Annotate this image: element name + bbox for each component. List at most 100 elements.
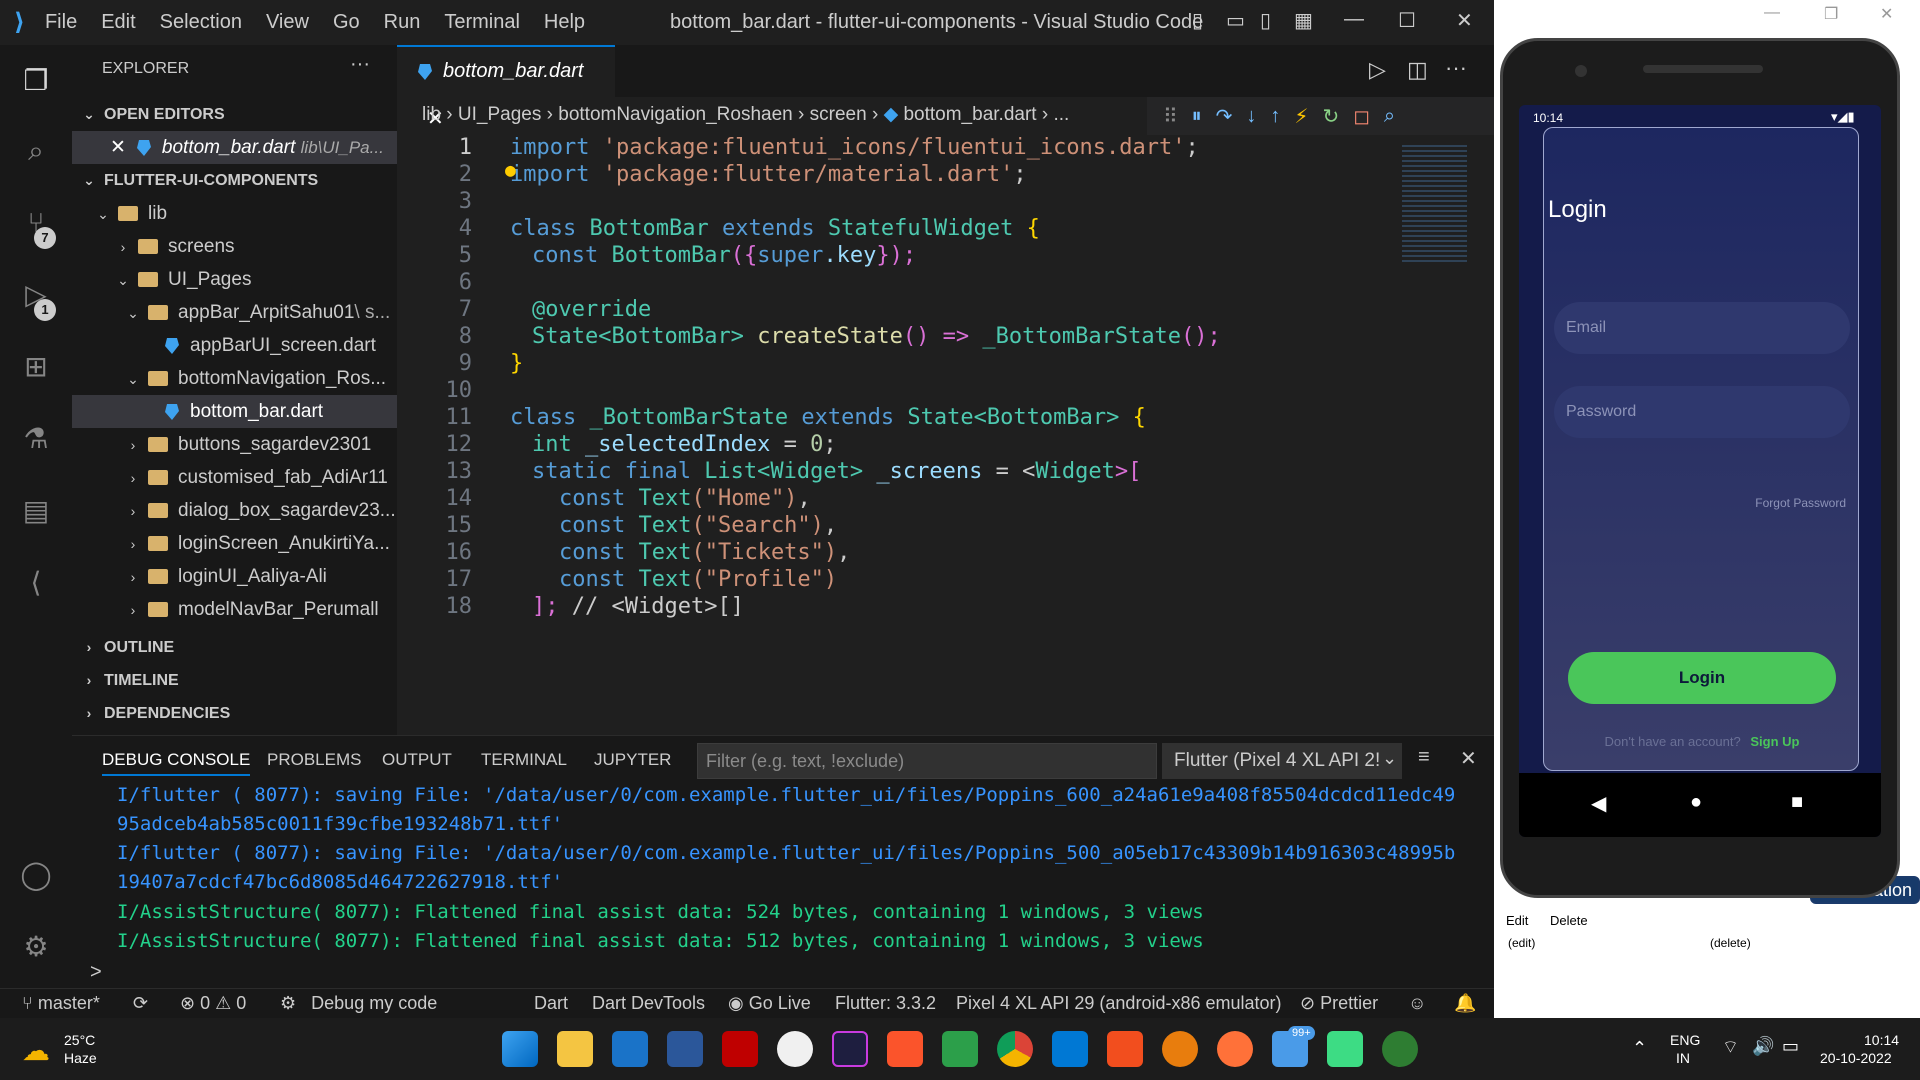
outline-section[interactable]: › OUTLINE <box>72 631 397 664</box>
tree-item-folder[interactable]: › dialog_box_sagardev23... <box>72 494 397 527</box>
sync-icon[interactable]: ⟳ <box>133 993 148 1014</box>
tree-item-screens[interactable]: › screens <box>72 230 397 263</box>
language-mode[interactable]: Dart <box>534 993 568 1014</box>
drag-handle-icon[interactable]: ⠿ <box>1163 104 1178 129</box>
console-filter-input[interactable]: Filter (e.g. text, !exclude) <box>697 743 1157 779</box>
crumb[interactable]: bottomNavigation_Roshaen <box>558 104 793 125</box>
start-icon[interactable] <box>502 1031 538 1067</box>
menu-go[interactable]: Go <box>333 11 360 34</box>
testing-icon[interactable]: ⚗ <box>18 421 54 457</box>
debug-indicator[interactable]: ⚙ Debug my code <box>280 993 437 1014</box>
crumb[interactable]: screen <box>810 104 867 125</box>
tree-item-lib[interactable]: ⌄ lib <box>72 197 397 230</box>
crumb[interactable]: bottom_bar.dart <box>903 104 1036 125</box>
recents-icon[interactable]: ■ <box>1791 791 1803 814</box>
clear-console-icon[interactable]: ≡ <box>1418 746 1430 769</box>
file-explorer-icon[interactable] <box>557 1031 593 1067</box>
branch-indicator[interactable]: ⑂ master* <box>22 993 100 1014</box>
wifi-icon[interactable]: ⌔ <box>1722 1036 1739 1059</box>
volume-icon[interactable]: 🔊 <box>1752 1036 1774 1057</box>
tab-output[interactable]: OUTPUT <box>382 750 452 770</box>
back-icon[interactable]: ◀ <box>1591 791 1606 816</box>
toggle-panel-icon[interactable]: ▭ <box>1226 8 1245 33</box>
signup-link[interactable]: Sign Up <box>1750 734 1799 749</box>
flutter-version[interactable]: Flutter: 3.3.2 <box>835 993 936 1014</box>
explorer-more-icon[interactable]: ··· <box>350 53 370 76</box>
device-select[interactable]: Flutter (Pixel 4 XL API 2! <box>1162 743 1402 779</box>
tree-item-appbar-file[interactable]: appBarUI_screen.dart <box>72 329 397 362</box>
brave-icon[interactable] <box>887 1031 923 1067</box>
intellij-icon[interactable] <box>832 1031 868 1067</box>
menu-terminal[interactable]: Terminal <box>444 11 520 34</box>
notifications-icon[interactable]: 🔔 <box>1454 993 1476 1014</box>
settings-gear-icon[interactable]: ⚙ <box>18 929 54 965</box>
battery-icon[interactable]: ▭ <box>1782 1036 1799 1057</box>
remote-explorer-icon[interactable]: ▤ <box>18 493 54 529</box>
pause-icon[interactable]: ⏸ <box>1192 105 1202 128</box>
tree-item-appbar-folder[interactable]: ⌄ appBar_ArpitSahu01\ s... <box>72 296 397 329</box>
host-close-icon[interactable]: ✕ <box>1880 4 1893 24</box>
customize-layout-icon[interactable]: ▦ <box>1294 8 1313 33</box>
lang-line2[interactable]: IN <box>1676 1050 1690 1066</box>
tree-item-folder[interactable]: › loginUI_Aaliya-Ali <box>72 560 397 593</box>
project-section[interactable]: ⌄ FLUTTER-UI-COMPONENTS <box>72 164 397 197</box>
device-indicator[interactable]: Pixel 4 XL API 29 (android-x86 emulator) <box>956 993 1282 1014</box>
email-field[interactable]: Email <box>1554 302 1850 354</box>
tree-item-folder[interactable]: › modelNavBar_Perumall <box>72 593 397 626</box>
lang-line1[interactable]: ENG <box>1670 1032 1700 1048</box>
android-studio-icon[interactable] <box>1327 1031 1363 1067</box>
step-over-icon[interactable]: ↷ <box>1216 104 1233 129</box>
host-minimize-icon[interactable]: — <box>1764 4 1780 22</box>
crumb[interactable]: lib <box>422 104 441 125</box>
extensions-icon[interactable]: ⊞ <box>18 349 54 385</box>
tab-jupyter[interactable]: JUPYTER <box>594 750 671 770</box>
restart-icon[interactable]: ↻ <box>1322 104 1339 129</box>
delete-header[interactable]: Delete <box>1550 913 1588 928</box>
tree-item-bottomnav-file[interactable]: bottom_bar.dart <box>72 395 397 428</box>
whatsapp-icon[interactable] <box>777 1031 813 1067</box>
lightbulb-icon[interactable]: ● <box>505 160 516 181</box>
more-actions-icon[interactable]: ··· <box>1445 55 1467 81</box>
close-editor-icon[interactable]: ✕ <box>110 137 126 158</box>
menu-run[interactable]: Run <box>384 11 421 34</box>
tree-item-bottomnav-folder[interactable]: ⌄ bottomNavigation_Ros... <box>72 362 397 395</box>
feedback-icon[interactable]: ☺ <box>1408 993 1426 1014</box>
git-icon[interactable] <box>942 1031 978 1067</box>
open-editors-section[interactable]: ⌄ OPEN EDITORS <box>72 98 397 131</box>
tree-item-folder[interactable]: › customised_fab_AdiAr11 <box>72 461 397 494</box>
accounts-icon[interactable]: ◯ <box>18 857 54 893</box>
open-editor-item[interactable]: ✕ bottom_bar.dart lib\UI_Pa... <box>72 131 397 164</box>
clock-date[interactable]: 20-10-2022 <box>1820 1050 1892 1066</box>
clock-time[interactable]: 10:14 <box>1864 1032 1899 1048</box>
problems-indicator[interactable]: ⊗ 0 ⚠ 0 <box>180 993 246 1014</box>
menu-selection[interactable]: Selection <box>160 11 242 34</box>
tree-item-folder[interactable]: › loginScreen_AnukirtiYa... <box>72 527 397 560</box>
minimap[interactable] <box>1402 145 1467 265</box>
emulator-taskbar-icon[interactable] <box>1382 1031 1418 1067</box>
maximize-icon[interactable]: ☐ <box>1398 8 1416 33</box>
minimize-icon[interactable]: — <box>1344 8 1364 31</box>
explorer-icon[interactable]: ❐ <box>18 63 54 99</box>
step-into-icon[interactable]: ↓ <box>1246 105 1256 128</box>
menu-file[interactable]: File <box>45 11 77 34</box>
crumb[interactable]: ... <box>1053 104 1069 125</box>
run-icon[interactable]: ▷ <box>1369 57 1386 83</box>
tree-item-ui-pages[interactable]: ⌄ UI_Pages <box>72 263 397 296</box>
hot-reload-icon[interactable]: ⚡ <box>1294 104 1308 129</box>
menu-edit[interactable]: Edit <box>101 11 135 34</box>
search-icon[interactable]: ⌕ <box>18 133 54 169</box>
stop-icon[interactable]: ◻ <box>1353 104 1370 129</box>
host-restore-icon[interactable]: ❐ <box>1824 4 1838 24</box>
figma-icon[interactable] <box>1107 1031 1143 1067</box>
toggle-sidebar-icon[interactable]: ▯ <box>1192 8 1203 33</box>
word-icon[interactable] <box>667 1031 703 1067</box>
prettier[interactable]: ⊘ Prettier <box>1300 993 1378 1014</box>
timeline-section[interactable]: › TIMELINE <box>72 664 397 697</box>
forgot-password-link[interactable]: Forgot Password <box>1755 496 1846 510</box>
edit-header[interactable]: Edit <box>1506 913 1528 928</box>
tree-item-folder[interactable]: › buttons_sagardev2301 <box>72 428 397 461</box>
menu-help[interactable]: Help <box>544 11 585 34</box>
toggle-secondary-sidebar-icon[interactable]: ▯ <box>1260 8 1271 33</box>
tab-terminal[interactable]: TERMINAL <box>481 750 567 770</box>
home-icon[interactable]: ● <box>1690 791 1702 814</box>
